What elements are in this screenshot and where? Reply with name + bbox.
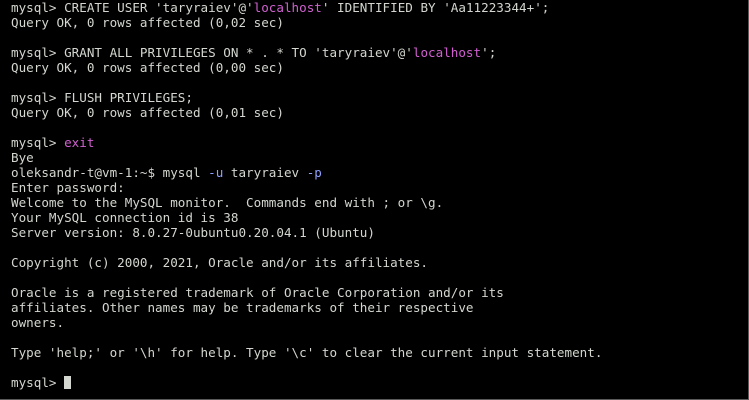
- terminal-text-segment: mysql> FLUSH PRIVILEGES;: [11, 90, 193, 105]
- terminal-text-segment: Type 'help;' or '\h' for help. Type '\c'…: [11, 345, 603, 360]
- terminal-text-segment: Welcome to the MySQL monitor. Commands e…: [11, 195, 444, 210]
- text-cursor: [64, 376, 72, 389]
- terminal-text-segment: mysql>: [11, 135, 65, 150]
- terminal-line: Query OK, 0 rows affected (0,01 sec): [11, 105, 602, 120]
- terminal-text-segment: Enter password:: [11, 180, 125, 195]
- terminal-text-segment: mysql> GRANT ALL PRIVILEGES ON * . * TO …: [11, 45, 413, 60]
- terminal-text-segment: Query OK, 0 rows affected (0,00 sec): [11, 60, 284, 75]
- terminal-text-segment: oleksandr-t@vm-1:~$ mysql: [11, 165, 209, 180]
- terminal-text-segment: -u: [208, 165, 224, 180]
- terminal-line: mysql> exit: [11, 135, 602, 150]
- terminal-line: mysql> CREATE USER 'taryraiev'@'localhos…: [11, 0, 602, 15]
- terminal-text-segment: Your MySQL connection id is 38: [11, 210, 239, 225]
- terminal-text-segment: Oracle is a registered trademark of Orac…: [11, 285, 504, 300]
- terminal-text-segment: localhost: [412, 45, 482, 60]
- terminal-line: Your MySQL connection id is 38: [11, 210, 602, 225]
- terminal-text-segment: mysql>: [11, 375, 65, 390]
- terminal-line: Server version: 8.0.27-0ubuntu0.20.04.1 …: [11, 225, 602, 240]
- terminal-text-segment: Query OK, 0 rows affected (0,02 sec): [11, 15, 284, 30]
- terminal-line: affiliates. Other names may be trademark…: [11, 300, 602, 315]
- terminal-line: Oracle is a registered trademark of Orac…: [11, 285, 602, 300]
- terminal-line: Type 'help;' or '\h' for help. Type '\c'…: [11, 345, 602, 360]
- terminal-text-segment: ';: [481, 45, 497, 60]
- terminal-line: owners.: [11, 315, 602, 330]
- terminal-line: mysql>: [11, 375, 602, 390]
- terminal-text-segment: Bye: [11, 150, 34, 165]
- terminal-text-segment: affiliates. Other names may be trademark…: [11, 300, 474, 315]
- terminal-line: Query OK, 0 rows affected (0,02 sec): [11, 15, 602, 30]
- terminal-text-segment: Server version: 8.0.27-0ubuntu0.20.04.1 …: [11, 225, 375, 240]
- terminal-text-segment: Query OK, 0 rows affected (0,01 sec): [11, 105, 284, 120]
- terminal-text-segment: -p: [306, 165, 322, 180]
- terminal-text-segment: localhost: [253, 0, 322, 15]
- terminal-text-segment: ' IDENTIFIED BY 'Aa11223344+';: [321, 0, 550, 15]
- terminal-text-segment: exit: [64, 135, 95, 150]
- terminal-line: Enter password:: [11, 180, 602, 195]
- terminal-text-segment: taryraiev: [223, 165, 307, 180]
- terminal-text-segment: Copyright (c) 2000, 2021, Oracle and/or …: [11, 255, 429, 270]
- terminal-line: Welcome to the MySQL monitor. Commands e…: [11, 195, 602, 210]
- terminal-text-segment: mysql> CREATE USER 'taryraiev'@': [11, 0, 254, 15]
- terminal-line: Copyright (c) 2000, 2021, Oracle and/or …: [11, 255, 602, 270]
- terminal-output: mysql> CREATE USER 'taryraiev'@'localhos…: [11, 0, 602, 390]
- terminal-line: mysql> FLUSH PRIVILEGES;: [11, 90, 602, 105]
- terminal-line: Query OK, 0 rows affected (0,00 sec): [11, 60, 602, 75]
- terminal-line: oleksandr-t@vm-1:~$ mysql -u taryraiev -…: [11, 165, 602, 180]
- terminal-line: mysql> GRANT ALL PRIVILEGES ON * . * TO …: [11, 45, 602, 60]
- terminal-text-segment: owners.: [11, 315, 65, 330]
- terminal-window[interactable]: mysql> CREATE USER 'taryraiev'@'localhos…: [0, 0, 749, 400]
- terminal-line: Bye: [11, 150, 602, 165]
